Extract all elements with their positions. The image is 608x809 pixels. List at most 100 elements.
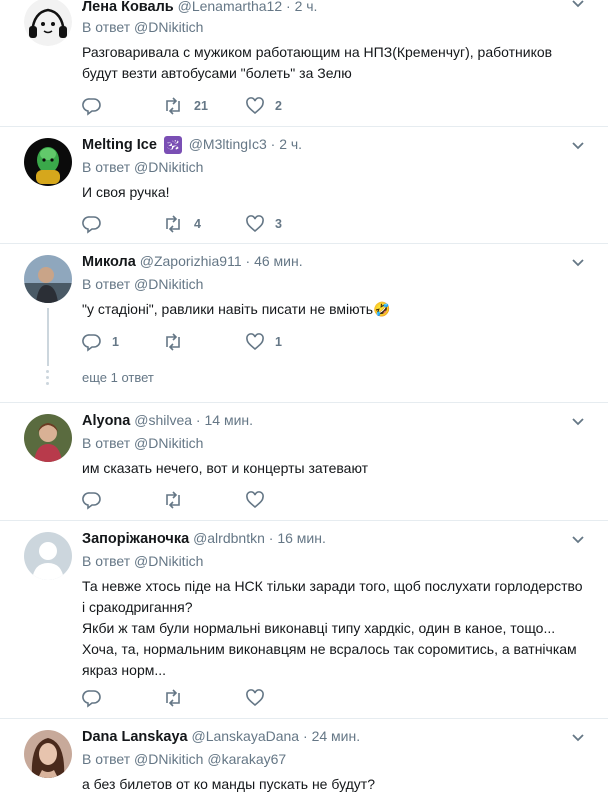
- tweet-header: Dana Lanskaya @LanskayaDana · 24 мин.: [82, 726, 360, 747]
- chevron-down-icon[interactable]: [570, 0, 586, 11]
- replying-to: В ответ @DNikitich: [82, 276, 203, 292]
- avatar[interactable]: [24, 138, 72, 186]
- reply-count: 1: [112, 335, 119, 349]
- user-handle[interactable]: @Zaporizhia911: [140, 253, 242, 269]
- display-name[interactable]: Запоріжаночка: [82, 531, 189, 547]
- tweet-text: И своя ручка!: [82, 184, 170, 200]
- mention-link[interactable]: @DNikitich: [134, 159, 203, 175]
- avatar[interactable]: [24, 255, 72, 303]
- replying-prefix: В ответ: [82, 19, 131, 35]
- reply-tweet[interactable]: Запоріжаночка @alrdbntkn · 16 мин. В отв…: [0, 521, 608, 719]
- like-button[interactable]: 3: [245, 213, 282, 235]
- timestamp[interactable]: 14 мин.: [204, 412, 253, 428]
- tweet-text: "у стадіоні", равлики навіть писати не в…: [82, 301, 391, 317]
- retweet-button[interactable]: [162, 489, 184, 511]
- reply-button[interactable]: [82, 95, 102, 117]
- reply-tweet[interactable]: Микола @Zaporizhia911 · 46 мин. В ответ …: [0, 244, 608, 403]
- display-name[interactable]: Alyona: [82, 413, 130, 429]
- display-name[interactable]: Микола: [82, 254, 136, 270]
- timestamp[interactable]: 16 мин.: [277, 530, 326, 546]
- heart-icon: [246, 491, 264, 509]
- replying-prefix: В ответ: [82, 276, 131, 292]
- tweet-text: Разговаривала с мужиком работающим на НП…: [82, 44, 553, 81]
- replying-prefix: В ответ: [82, 435, 131, 451]
- display-name[interactable]: Dana Lanskaya: [82, 729, 188, 745]
- like-button[interactable]: 1: [245, 331, 282, 353]
- reply-icon: [82, 492, 101, 510]
- heart-icon: [246, 97, 264, 115]
- retweet-count: 21: [194, 99, 208, 113]
- user-handle[interactable]: @M3ltingIc3: [189, 136, 267, 152]
- user-handle[interactable]: @shilvea: [134, 412, 192, 428]
- user-handle[interactable]: @Lenamartha12: [178, 0, 283, 14]
- tweet-text: Та невже хтось піде на НСК тільки заради…: [82, 576, 588, 681]
- reply-button[interactable]: [82, 213, 102, 235]
- replying-to: В ответ @DNikitich @karakay67: [82, 751, 286, 767]
- reply-tweet[interactable]: Alyona @shilvea · 14 мин. В ответ @DNiki…: [0, 403, 608, 521]
- timestamp[interactable]: 24 мин.: [312, 728, 361, 744]
- mention-link[interactable]: @DNikitich: [134, 435, 203, 451]
- replying-to: В ответ @DNikitich: [82, 19, 203, 35]
- timestamp[interactable]: 2 ч.: [295, 0, 318, 14]
- avatar[interactable]: [24, 414, 72, 462]
- tweet-text-line: Та невже хтось піде на НСК тільки заради…: [82, 578, 583, 615]
- replying-prefix: В ответ: [82, 553, 131, 569]
- heart-icon: [246, 215, 264, 233]
- separator-dot: ·: [303, 728, 308, 744]
- retweet-button[interactable]: 4: [162, 213, 201, 235]
- mention-link[interactable]: @DNikitich: [134, 19, 203, 35]
- om-symbol-icon: 🕉: [163, 136, 182, 154]
- mention-link[interactable]: @DNikitich: [134, 751, 203, 767]
- chevron-down-icon[interactable]: [570, 254, 586, 270]
- like-button[interactable]: 2: [245, 95, 282, 117]
- mention-link[interactable]: @DNikitich: [134, 276, 203, 292]
- reply-button[interactable]: [82, 489, 102, 511]
- chevron-down-icon[interactable]: [570, 137, 586, 153]
- show-more-replies-link[interactable]: еще 1 ответ: [82, 370, 154, 385]
- reply-button[interactable]: [82, 687, 102, 709]
- user-handle[interactable]: @LanskayaDana: [191, 728, 299, 744]
- avatar[interactable]: [24, 730, 72, 778]
- mention-link[interactable]: @DNikitich: [134, 553, 203, 569]
- user-handle[interactable]: @alrdbntkn: [193, 530, 265, 546]
- timestamp[interactable]: 2 ч.: [279, 136, 302, 152]
- chevron-down-icon[interactable]: [570, 413, 586, 429]
- like-count: 3: [275, 217, 282, 231]
- retweet-icon: [166, 97, 180, 115]
- retweet-icon: [166, 689, 180, 707]
- display-name[interactable]: Melting Ice: [82, 137, 157, 153]
- reply-tweet[interactable]: Dana Lanskaya @LanskayaDana · 24 мин. В …: [0, 719, 608, 809]
- timestamp[interactable]: 46 мин.: [254, 253, 303, 269]
- like-button[interactable]: [245, 687, 265, 709]
- reply-tweet[interactable]: Лена Коваль @Lenamartha12 · 2 ч. В ответ…: [0, 0, 608, 127]
- reply-icon: [82, 98, 101, 116]
- tweet-header: Микола @Zaporizhia911 · 46 мин.: [82, 251, 303, 272]
- chevron-down-icon[interactable]: [570, 531, 586, 547]
- separator-dot: ·: [268, 530, 274, 546]
- tweet-header: Melting Ice 🕉 @M3ltingIc3 · 2 ч.: [82, 134, 302, 155]
- retweet-button[interactable]: [162, 331, 184, 353]
- chevron-down-icon[interactable]: [570, 729, 586, 745]
- separator-dot: ·: [270, 136, 276, 152]
- retweet-icon: [166, 333, 180, 351]
- replying-to: В ответ @DNikitich: [82, 435, 203, 451]
- reply-icon: [82, 216, 101, 234]
- replying-prefix: В ответ: [82, 751, 131, 767]
- replying-to: В ответ @DNikitich: [82, 553, 203, 569]
- heart-icon: [246, 333, 264, 351]
- reply-button[interactable]: 1: [82, 331, 119, 353]
- reply-icon: [82, 690, 101, 708]
- display-name[interactable]: Лена Коваль: [82, 0, 174, 15]
- separator-dot: ·: [245, 253, 251, 269]
- tweet-text-line: Хоча, та, нормальним виконавцям не всрал…: [82, 641, 577, 678]
- avatar[interactable]: [24, 0, 72, 46]
- tweet-header: Лена Коваль @Lenamartha12 · 2 ч.: [82, 0, 317, 17]
- retweet-button[interactable]: 21: [162, 95, 208, 117]
- thread-dots: [46, 370, 50, 388]
- like-button[interactable]: [245, 489, 265, 511]
- tweet-text: а без билетов от ко манды пускать не буд…: [82, 776, 375, 792]
- avatar[interactable]: [24, 532, 72, 580]
- retweet-button[interactable]: [162, 687, 184, 709]
- reply-tweet[interactable]: Melting Ice 🕉 @M3ltingIc3 · 2 ч. В ответ…: [0, 127, 608, 244]
- mention-link[interactable]: @karakay67: [207, 751, 286, 767]
